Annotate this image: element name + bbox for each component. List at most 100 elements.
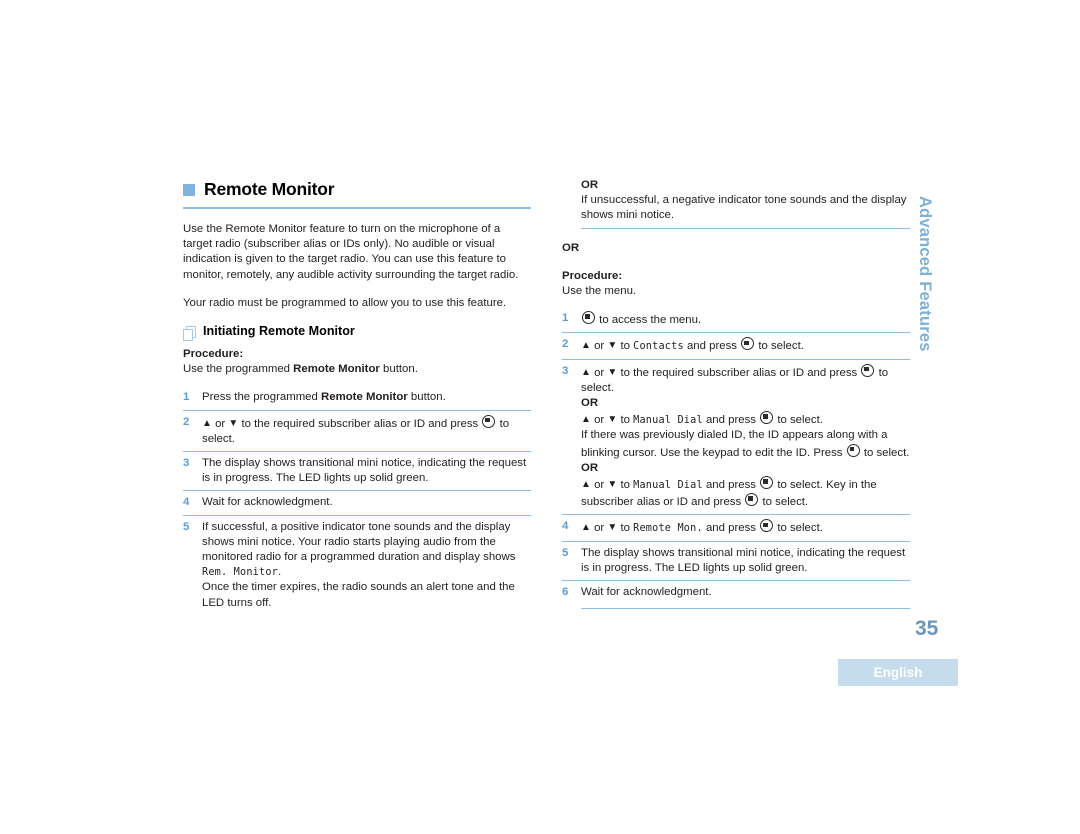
step-text-b: . — [278, 566, 282, 579]
step-text-c: and press — [702, 522, 760, 535]
step-text-a: or — [211, 417, 229, 430]
step-text: Wait for acknowledgment. — [581, 586, 712, 599]
page-title: Remote Monitor — [204, 179, 335, 199]
step-1: 1 to access the menu. — [562, 307, 910, 332]
step-number: 3 — [183, 457, 190, 470]
alt2-text-e: to select. — [759, 496, 809, 509]
step-4: 4 Wait for acknowledgment. — [183, 490, 531, 514]
second-paragraph: Your radio must be programmed to allow y… — [183, 296, 507, 309]
section-rule — [581, 227, 910, 229]
procedure-intro: Use the menu. — [562, 285, 637, 298]
alt1-text-d: to select. — [774, 414, 823, 427]
down-arrow-icon: ▼ — [607, 479, 618, 491]
step-text-a: to access the menu. — [596, 314, 702, 327]
step-3: 3 ▲ or ▼ to the required subscriber alia… — [562, 358, 910, 515]
up-arrow-icon: ▲ — [581, 366, 591, 378]
display-string: Rem. Monitor — [202, 567, 279, 579]
menu-button-icon — [846, 443, 860, 457]
step-2: 2 ▲ or ▼ to the required subscriber alia… — [183, 409, 531, 451]
step-text-b: to — [617, 522, 634, 535]
alt1-text-a: or — [590, 414, 608, 427]
intro-paragraph: Use the Remote Monitor feature to turn o… — [183, 223, 519, 281]
manual-page: Remote Monitor Use the Remote Monitor fe… — [0, 0, 1080, 834]
down-arrow-icon: ▼ — [607, 340, 618, 352]
step-6: 6 Wait for acknowledgment. — [562, 580, 910, 604]
menu-button-icon — [741, 337, 755, 351]
procedure-intro-prefix: Use the programmed — [183, 363, 294, 376]
subsection-title: Initiating Remote Monitor — [203, 324, 355, 339]
step-number: 2 — [183, 415, 190, 428]
alt2-text-a: or — [590, 479, 608, 492]
step-text: ▲ or ▼ to the required subscriber alias … — [581, 363, 909, 509]
down-arrow-icon: ▼ — [607, 366, 618, 378]
alt1-note-a: If there was previously dialed ID, the I… — [581, 429, 888, 459]
menu-item-string: Contacts — [633, 341, 684, 353]
blue-square-icon — [183, 184, 195, 196]
menu-button-icon — [482, 414, 496, 428]
step-number: 3 — [562, 364, 569, 377]
procedure-label: Procedure: — [183, 348, 244, 361]
step-number: 1 — [183, 391, 190, 404]
menu-item-string: Manual Dial — [633, 480, 703, 492]
step-1: 1 Press the programmed Remote Monitor bu… — [183, 386, 531, 409]
step-number: 5 — [562, 546, 569, 559]
step-text-c: Once the timer expires, the radio sounds… — [202, 581, 515, 609]
or-label-1: OR — [581, 397, 599, 410]
alt1-text-b: to — [617, 414, 634, 427]
step-number: 5 — [183, 520, 190, 533]
step-text: The display shows transitional mini noti… — [202, 457, 527, 485]
step-text: ▲ or ▼ to Contacts and press to select. — [581, 337, 804, 353]
menu-item-string: Manual Dial — [633, 415, 703, 427]
alt2-text-c: and press — [702, 479, 760, 492]
subsection-heading: Initiating Remote Monitor — [183, 324, 531, 342]
alt2-text-b: to — [617, 479, 634, 492]
step-text: to access the menu. — [581, 311, 702, 327]
step-number: 4 — [183, 496, 190, 509]
step-5: 5 The display shows transitional mini no… — [562, 540, 910, 580]
step-number: 6 — [562, 586, 569, 599]
language-badge-label: English — [873, 665, 923, 680]
up-arrow-icon: ▲ — [581, 522, 591, 534]
left-column: Remote Monitor Use the Remote Monitor fe… — [183, 178, 531, 615]
step-text-d: to select. — [774, 522, 823, 535]
step-text-suffix: button. — [407, 391, 446, 404]
menu-button-icon — [760, 519, 774, 533]
procedure-label: Procedure: — [562, 269, 623, 282]
down-arrow-icon: ▼ — [607, 522, 618, 534]
language-badge: English — [838, 659, 958, 686]
step-text: ▲ or ▼ to the required subscriber alias … — [202, 414, 509, 445]
step-2: 2 ▲ or ▼ to Contacts and press to select… — [562, 332, 910, 358]
menu-button-icon — [760, 411, 774, 425]
up-arrow-icon: ▲ — [581, 414, 591, 426]
step-text-a: If successful, a positive indicator tone… — [202, 520, 516, 564]
or-label-top: OR — [581, 179, 599, 191]
stacked-pages-icon — [183, 326, 196, 342]
down-arrow-icon: ▼ — [607, 414, 618, 426]
step-text-a: or — [590, 522, 608, 535]
or-label-2: OR — [581, 461, 599, 474]
procedure-intro: Use the programmed Remote Monitor button… — [183, 362, 531, 377]
step-text: Press the programmed Remote Monitor butt… — [202, 391, 446, 403]
step-text: Wait for acknowledgment. — [202, 496, 333, 509]
side-tab: Advanced Features — [906, 196, 946, 426]
or-top-text: If unsuccessful, a negative indicator to… — [581, 194, 907, 222]
menu-button-icon — [582, 311, 595, 325]
menu-button-icon — [745, 493, 759, 507]
left-steps-list: 1 Press the programmed Remote Monitor bu… — [183, 386, 531, 614]
step-3: 3 The display shows transitional mini no… — [183, 451, 531, 490]
step-text-d: to select. — [755, 340, 804, 353]
step-5: 5 If successful, a positive indicator to… — [183, 514, 531, 615]
up-arrow-icon: ▲ — [202, 417, 212, 429]
step-text: ▲ or ▼ to Remote Mon. and press to selec… — [581, 519, 823, 535]
menu-button-icon — [861, 363, 875, 377]
right-column: OR If unsuccessful, a negative indicator… — [562, 178, 910, 610]
step-number: 2 — [562, 338, 569, 351]
step-4: 4 ▲ or ▼ to Remote Mon. and press to sel… — [562, 514, 910, 540]
step-text-bold: Remote Monitor — [321, 391, 408, 404]
chapter-heading-rule — [183, 207, 531, 209]
step-text-a: or — [590, 366, 608, 379]
step-text-prefix: Press the programmed — [202, 391, 322, 404]
alt1-text-c: and press — [702, 414, 760, 427]
right-steps-list: 1 to access the menu. 2 ▲ or ▼ to Contac… — [562, 307, 910, 604]
menu-button-icon — [760, 476, 774, 490]
